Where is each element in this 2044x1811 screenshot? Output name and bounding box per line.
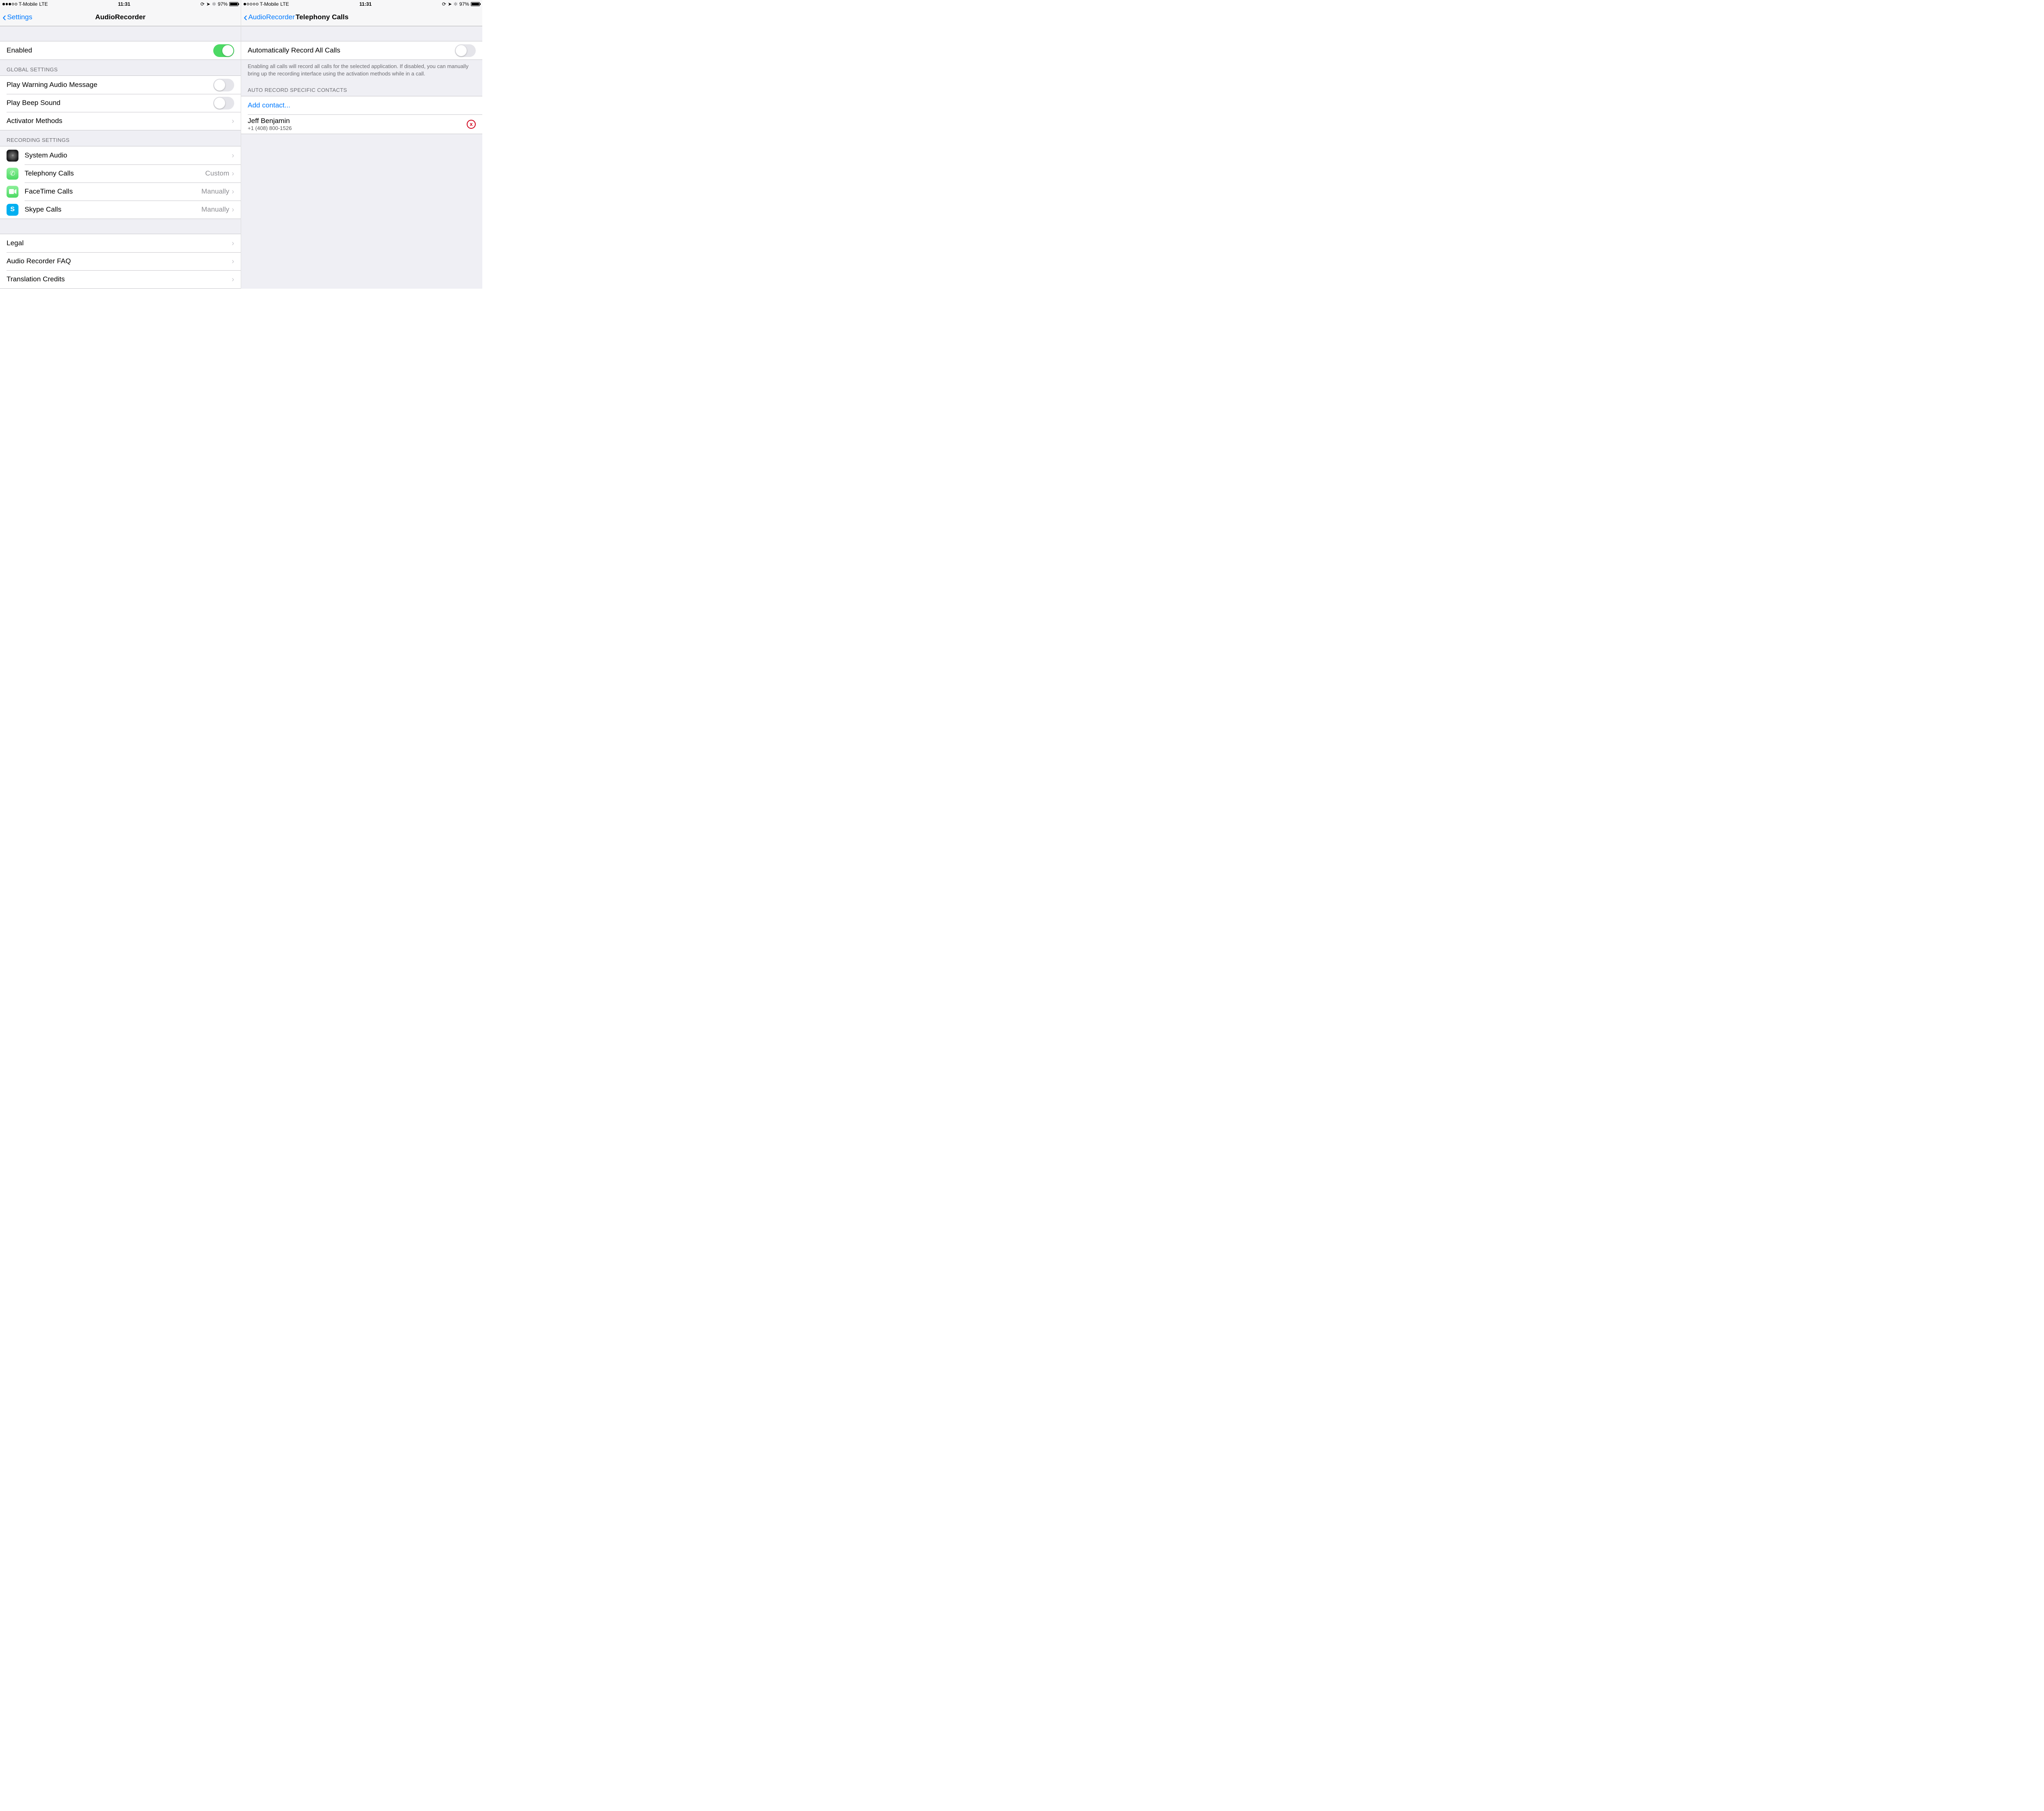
battery-pct-label: 97% [459,1,469,7]
row-label: Enabled [7,46,213,55]
toggle-enabled[interactable] [213,44,234,57]
chevron-left-icon: ‹ [2,13,6,21]
close-icon: x [470,121,472,127]
chevron-right-icon: › [232,151,234,160]
chevron-left-icon: ‹ [244,13,247,21]
row-telephony-calls[interactable]: ✆ Telephony Calls Custom › [0,164,241,182]
orientation-lock-icon: ⟳ [201,1,205,7]
network-label: LTE [281,1,289,7]
row-detail: Custom [205,169,229,178]
section-header-contacts: AUTO RECORD SPECIFIC CONTACTS [241,80,482,96]
row-add-contact[interactable]: Add contact... [241,96,482,114]
row-label: Translation Credits [7,275,232,283]
row-facetime-calls[interactable]: FaceTime Calls Manually › [0,182,241,201]
phone-telephony-calls: T-Mobile LTE 11:31 ⟳ ➤ ✻ 97% ‹ AudioReco… [241,0,482,289]
chevron-right-icon: › [232,187,234,196]
clock-label: 11:31 [359,1,372,7]
row-translation-credits[interactable]: Translation Credits › [0,270,241,288]
navigation-bar: ‹ Settings AudioRecorder [0,8,241,26]
page-title: AudioRecorder [0,13,241,21]
phone-icon: ✆ [7,168,18,180]
row-label: Play Warning Audio Message [7,81,213,89]
row-enabled[interactable]: Enabled [0,41,241,59]
row-label: Telephony Calls [25,169,205,178]
section-header-global: GLOBAL SETTINGS [0,60,241,75]
back-label: AudioRecorder [248,13,294,21]
navigation-bar: ‹ AudioRecorder Telephony Calls [241,8,482,26]
location-icon: ➤ [206,1,210,7]
row-label: FaceTime Calls [25,187,201,196]
contact-phone: +1 (408) 800-1526 [248,125,467,131]
row-auto-record-all[interactable]: Automatically Record All Calls [241,41,482,59]
back-button[interactable]: ‹ AudioRecorder [241,13,295,21]
speaker-icon [7,150,18,162]
toggle-auto-record[interactable] [455,44,476,57]
signal-strength-icon [244,3,258,5]
row-label: Legal [7,239,232,247]
section-footer-auto: Enabling all calls will record all calls… [241,60,482,80]
carrier-label: T-Mobile [19,1,38,7]
carrier-label: T-Mobile [260,1,279,7]
delete-contact-button[interactable]: x [467,120,476,129]
chevron-right-icon: › [232,205,234,214]
bluetooth-icon: ✻ [212,1,216,7]
row-play-warning[interactable]: Play Warning Audio Message [0,76,241,94]
facetime-icon [7,186,18,198]
orientation-lock-icon: ⟳ [442,1,446,7]
chevron-right-icon: › [232,275,234,284]
row-label: Skype Calls [25,205,201,214]
row-label: Play Beep Sound [7,99,213,107]
contact-name: Jeff Benjamin [248,117,467,125]
row-label: Audio Recorder FAQ [7,257,232,265]
row-system-audio[interactable]: System Audio › [0,146,241,164]
battery-icon [471,2,480,6]
chevron-right-icon: › [232,117,234,125]
row-play-beep[interactable]: Play Beep Sound [0,94,241,112]
back-button[interactable]: ‹ Settings [0,13,32,21]
chevron-right-icon: › [232,169,234,178]
location-icon: ➤ [448,1,452,7]
clock-label: 11:31 [118,1,130,7]
row-activator-methods[interactable]: Activator Methods › [0,112,241,130]
row-detail: Manually [201,187,229,196]
phone-audiorecorder-settings: T-Mobile LTE 11:31 ⟳ ➤ ✻ 97% ‹ Settings … [0,0,241,289]
chevron-right-icon: › [232,239,234,248]
status-bar: T-Mobile LTE 11:31 ⟳ ➤ ✻ 97% [0,0,241,8]
battery-icon [229,2,238,6]
signal-strength-icon [2,3,17,5]
toggle-play-warning[interactable] [213,79,234,91]
toggle-play-beep[interactable] [213,97,234,109]
status-bar: T-Mobile LTE 11:31 ⟳ ➤ ✻ 97% [241,0,482,8]
page-title: Telephony Calls [296,13,349,21]
row-faq[interactable]: Audio Recorder FAQ › [0,252,241,270]
skype-icon: S [7,204,18,216]
row-label: Activator Methods [7,117,232,125]
chevron-right-icon: › [232,257,234,266]
section-header-recording: RECORDING SETTINGS [0,130,241,146]
bluetooth-icon: ✻ [454,1,458,7]
battery-pct-label: 97% [218,1,228,7]
row-label: System Audio [25,151,232,160]
row-detail: Manually [201,205,229,214]
network-label: LTE [39,1,48,7]
row-label: Automatically Record All Calls [248,46,455,55]
row-skype-calls[interactable]: S Skype Calls Manually › [0,201,241,219]
row-label: Add contact... [248,101,476,109]
row-contact[interactable]: Jeff Benjamin +1 (408) 800-1526 x [241,114,482,134]
back-label: Settings [7,13,32,21]
row-legal[interactable]: Legal › [0,234,241,252]
